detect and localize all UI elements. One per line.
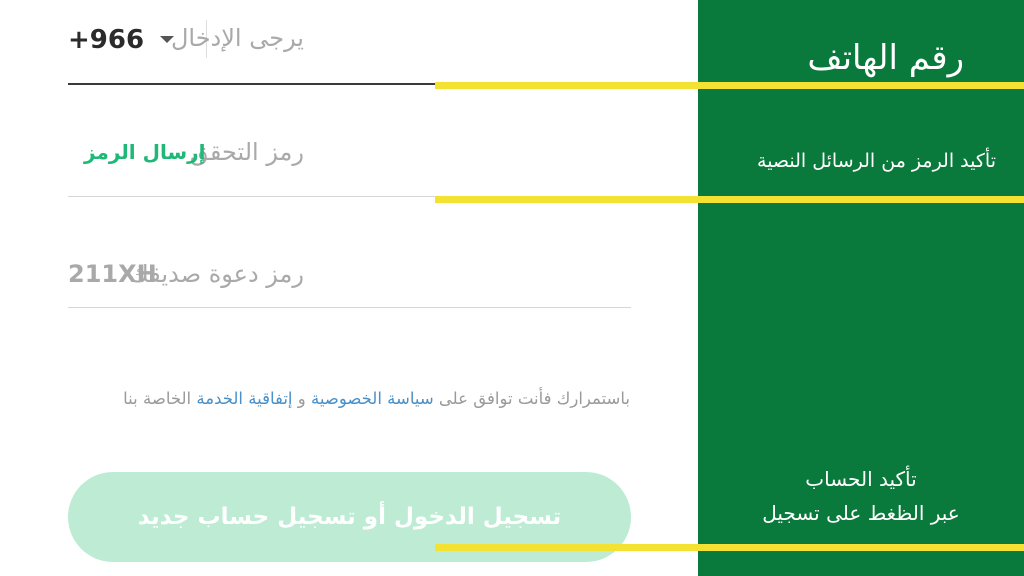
callout-line-sms (435, 196, 1024, 203)
country-code-selector[interactable]: +966 (68, 22, 144, 58)
service-agreement-link[interactable]: إتفاقية الخدمة (196, 389, 292, 408)
account-confirm-caption: تأكيد الحساب عبر الظغط على تسجيل (698, 462, 1024, 530)
terms-notice: باستمرارك فأنت توافق على سياسة الخصوصية … (60, 384, 630, 414)
sms-confirm-caption: تأكيد الرمز من الرسائل النصية (757, 150, 996, 172)
account-confirm-line-1: تأكيد الحساب (805, 467, 917, 491)
callout-line-confirm (435, 544, 1024, 551)
phone-input[interactable]: يرجى الإدخال (171, 24, 304, 52)
invite-code-value[interactable]: 211XH (68, 260, 157, 288)
send-code-button[interactable]: إرسال الرمز (84, 140, 206, 164)
terms-prefix: باستمرارك فأنت توافق على (438, 389, 630, 408)
terms-conjunction: و (297, 389, 306, 408)
verification-code-input[interactable]: رمز التحقق (190, 138, 304, 166)
callout-line-phone (435, 82, 1024, 89)
account-confirm-line-2: عبر الظغط على تسجيل (762, 501, 960, 525)
invite-underline (68, 307, 631, 308)
terms-suffix: الخاصة بنا (123, 389, 192, 408)
privacy-policy-link[interactable]: سياسة الخصوصية (311, 389, 434, 408)
phone-number-caption: رقم الهاتف (807, 38, 964, 78)
